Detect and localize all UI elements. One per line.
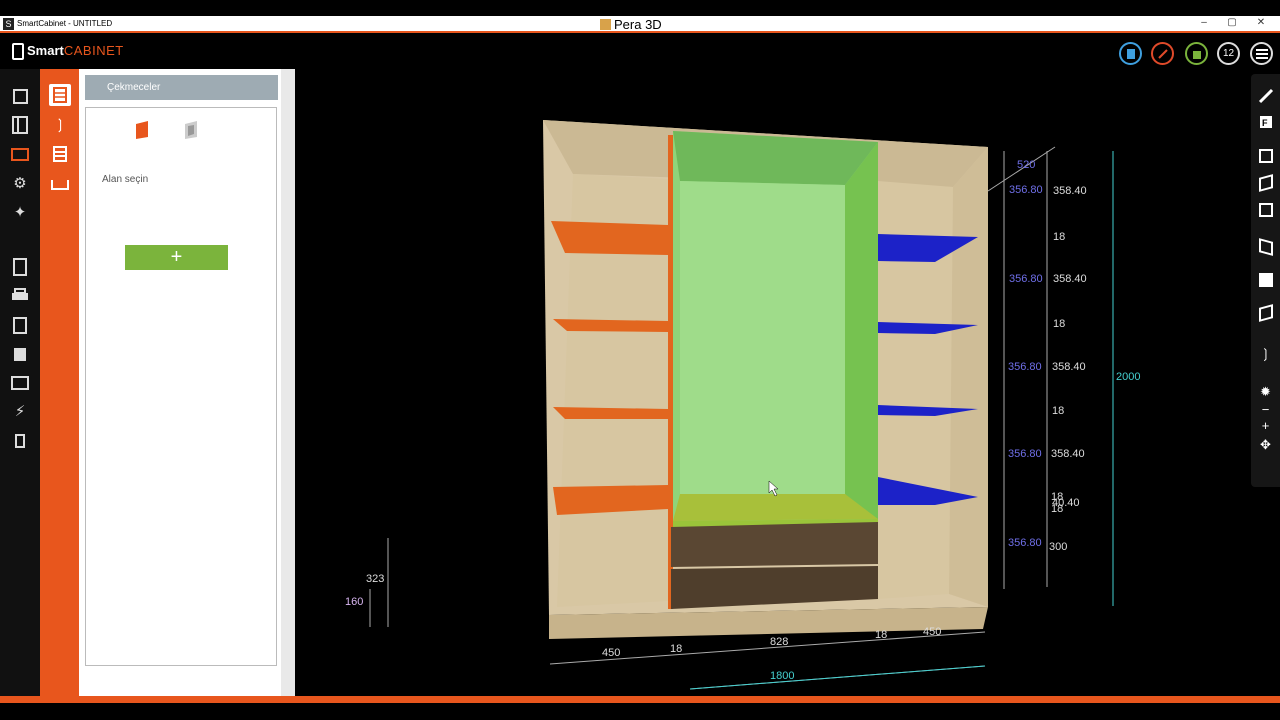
app-icon: S <box>3 18 14 30</box>
gear-icon[interactable]: ⚙ <box>10 173 30 193</box>
cabinet-icon[interactable] <box>10 86 30 106</box>
panel-resize-handle[interactable] <box>281 69 295 696</box>
dim-right-7: 358.40 <box>1051 448 1085 460</box>
dim-left-height-2: 160 <box>345 596 364 608</box>
selected-side <box>845 142 878 524</box>
dim-total-height: 2000 <box>1116 371 1141 383</box>
left-shelf-2 <box>553 319 668 332</box>
dim-right-3: 358.40 <box>1053 273 1087 285</box>
dim-depth: 520 <box>1017 159 1036 171</box>
pera-cube-icon <box>600 19 611 30</box>
total-width-line <box>689 665 986 690</box>
handle-icon[interactable]: ❳ <box>49 113 71 135</box>
logo-smart: Smart <box>27 43 64 58</box>
add-drawer-button[interactable]: + <box>125 245 228 270</box>
logo: SmartCABINET <box>12 43 124 61</box>
shelves-icon[interactable] <box>49 143 71 165</box>
dim-right-blue-4: 356.80 <box>1008 448 1042 460</box>
selected-bottom <box>673 494 878 521</box>
bottom-accent-bar <box>0 696 1280 703</box>
center-title: Pera 3D <box>600 17 662 32</box>
wireframe-view-icon[interactable] <box>1257 303 1274 322</box>
dim-width-center: 828 <box>770 636 789 648</box>
rack-icon[interactable] <box>49 172 71 194</box>
panel-body: Alan seçin + <box>85 107 277 666</box>
dim-right-1: 358.40 <box>1053 185 1087 197</box>
zoom-in-icon[interactable]: + <box>1257 417 1274 434</box>
drawer-top <box>671 522 878 567</box>
iso-view-icon[interactable] <box>1257 173 1274 192</box>
panel-title: Çekmeceler <box>85 75 278 100</box>
keyboard-icon[interactable] <box>10 373 30 393</box>
dim-width-div-2: 18 <box>875 629 888 641</box>
svg-text:F: F <box>1262 118 1268 128</box>
dim-width-right: 450 <box>923 626 942 638</box>
logo-cabinet: CABINET <box>63 43 124 58</box>
top-view-icon[interactable] <box>1257 201 1274 218</box>
dim-total-width: 1800 <box>770 670 795 682</box>
measure-icon[interactable] <box>1257 87 1274 104</box>
dim-right-blue-2: 356.80 <box>1009 273 1043 285</box>
left-shelf-1 <box>551 221 668 255</box>
select-area-label: Alan seçin <box>102 174 149 185</box>
3d-viewport[interactable]: 323 160 520 356.80 356.80 356.80 356.80 … <box>295 69 1280 696</box>
document-icon[interactable] <box>1119 42 1142 65</box>
dim-right-4: 18 <box>1053 318 1066 330</box>
close-button[interactable]: ✕ <box>1254 17 1268 28</box>
app-header: SmartCABINET 12 <box>0 35 1280 69</box>
printer-icon[interactable] <box>10 286 30 306</box>
menu-icon[interactable] <box>1250 42 1273 65</box>
dim-right-5: 358.40 <box>1052 361 1086 373</box>
solid-view-icon[interactable] <box>1257 271 1274 288</box>
calendar-icon[interactable]: 12 <box>1217 42 1240 65</box>
drawers-panel: Çekmeceler Alan seçin + <box>79 69 295 696</box>
maximize-button[interactable]: ▢ <box>1225 17 1239 28</box>
catalog-icon[interactable] <box>10 257 30 277</box>
dim-right-blue-3: 356.80 <box>1008 361 1042 373</box>
ruler-pencil-icon[interactable] <box>1151 42 1174 65</box>
view-toolbar: F ❳ ✹ − + ✥ <box>1251 74 1280 487</box>
fit-view-icon[interactable]: F <box>1257 113 1274 130</box>
logo-icon <box>12 43 24 61</box>
title-bar: S SmartCabinet - UNTITLED Pera 3D – ▢ ✕ <box>0 16 1280 33</box>
handle-view-icon[interactable]: ❳ <box>1257 345 1274 362</box>
files-icon[interactable] <box>10 344 30 364</box>
selected-back <box>680 181 845 494</box>
front-view-icon[interactable] <box>1257 147 1274 164</box>
drawers-tab-icon[interactable] <box>49 84 71 106</box>
drawer-icon[interactable] <box>10 144 30 164</box>
window-title: SmartCabinet - UNTITLED <box>17 19 113 28</box>
main-toolbar: ⚙ ✦ ⚡ <box>0 69 40 696</box>
magic-wand-icon[interactable]: ✦ <box>10 202 30 222</box>
drawer-inner-icon[interactable] <box>183 120 199 140</box>
pan-icon[interactable]: ✥ <box>1257 436 1274 453</box>
dim-left-height-1: 323 <box>366 573 385 585</box>
dim-right-2: 18 <box>1053 231 1066 243</box>
dim-right-10: 40.40 <box>1052 497 1080 509</box>
light-icon[interactable]: ✹ <box>1257 383 1274 400</box>
left-shelf-3 <box>553 407 668 419</box>
left-view-icon[interactable] <box>1257 237 1274 256</box>
dim-width-div-1: 18 <box>670 643 683 655</box>
dim-right-blue-1: 356.80 <box>1009 184 1043 196</box>
minimize-button[interactable]: – <box>1197 17 1211 28</box>
paint-bucket-icon[interactable] <box>1185 42 1208 65</box>
drawer-front-icon[interactable] <box>134 120 150 140</box>
building-icon[interactable] <box>10 315 30 335</box>
dim-right-6: 18 <box>1052 405 1065 417</box>
center-title-text: Pera 3D <box>614 17 662 32</box>
dim-width-left: 450 <box>602 647 621 659</box>
vibration-icon[interactable] <box>10 431 30 451</box>
sub-toolbar: ❳ <box>40 69 79 696</box>
dim-right-blue-5: 356.80 <box>1008 537 1042 549</box>
dim-right-11: 300 <box>1049 541 1068 553</box>
zoom-out-icon[interactable]: − <box>1257 401 1274 418</box>
right-side-panel <box>949 147 988 607</box>
door-icon[interactable] <box>10 115 30 135</box>
lightning-icon[interactable]: ⚡ <box>10 401 30 421</box>
